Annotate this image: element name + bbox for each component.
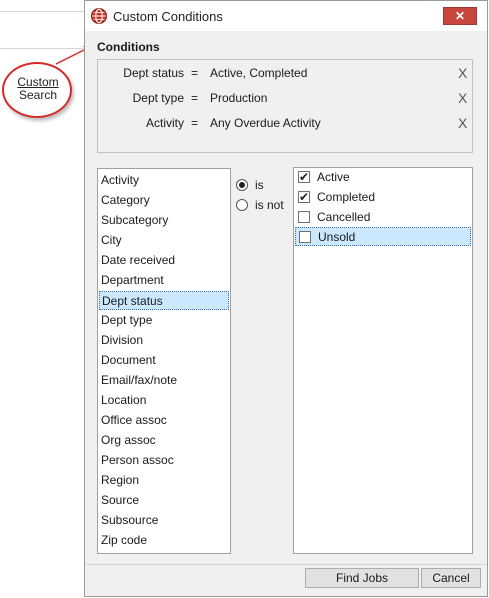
condition-row: Dept status = Active, Completed X [98, 65, 472, 84]
radio-is-label: is [255, 178, 264, 192]
checkbox-unchecked-icon[interactable] [298, 211, 310, 223]
value-item-active[interactable]: ✔ Active [295, 168, 471, 187]
value-item-unsold[interactable]: Unsold [295, 227, 471, 246]
field-item[interactable]: Source [99, 491, 229, 510]
find-jobs-label: Find Jobs [335, 571, 389, 585]
custom-search-callout: Custom Search [2, 62, 74, 120]
remove-condition-icon[interactable]: X [458, 65, 467, 81]
field-item[interactable]: Email/fax/note [99, 371, 229, 390]
remove-condition-icon[interactable]: X [458, 115, 467, 131]
conditions-heading: Conditions [97, 40, 160, 54]
condition-operator: = [191, 116, 199, 130]
field-item[interactable]: Subcategory [99, 211, 229, 230]
condition-operator: = [191, 66, 199, 80]
field-list[interactable]: Activity Category Subcategory City Date … [97, 168, 231, 554]
close-button[interactable]: ✕ [443, 7, 477, 25]
field-item[interactable]: Location [99, 391, 229, 410]
cancel-button[interactable]: Cancel [421, 568, 481, 588]
globe-icon [91, 8, 107, 24]
condition-value: Active, Completed [210, 66, 308, 80]
footer-divider [85, 564, 487, 565]
custom-search-button[interactable]: Custom Search [15, 76, 61, 102]
condition-row: Dept type = Production X [98, 90, 472, 109]
checkbox-unchecked-icon[interactable] [299, 231, 311, 243]
custom-search-label-line2: Search [18, 88, 58, 102]
condition-row: Activity = Any Overdue Activity X [98, 115, 472, 134]
field-item[interactable]: Document [99, 351, 229, 370]
radio-unselected-icon [236, 199, 248, 211]
field-item[interactable]: Region [99, 471, 229, 490]
conditions-summary: Dept status = Active, Completed X Dept t… [97, 59, 473, 153]
custom-search-label-line1: Custom [17, 75, 59, 89]
radio-selected-icon [236, 179, 248, 191]
custom-conditions-dialog: Custom Conditions ✕ Conditions Dept stat… [84, 0, 488, 597]
condition-field: Dept status [123, 66, 184, 80]
field-item[interactable]: Department [99, 271, 229, 290]
field-item[interactable]: Date received [99, 251, 229, 270]
field-item[interactable]: Person assoc [99, 451, 229, 470]
checkbox-checked-icon[interactable]: ✔ [298, 171, 310, 183]
field-item[interactable]: Activity [99, 171, 229, 190]
field-item[interactable]: Office assoc [99, 411, 229, 430]
field-item[interactable]: Dept type [99, 311, 229, 330]
condition-operator: = [191, 91, 199, 105]
condition-field: Dept type [132, 91, 184, 105]
condition-value: Production [210, 91, 268, 105]
radio-is-not-label: is not [255, 198, 284, 212]
value-label: Cancelled [317, 210, 371, 224]
field-item[interactable]: Zip code [99, 531, 229, 550]
dialog-title: Custom Conditions [113, 9, 223, 24]
find-jobs-button[interactable]: Find Jobs [305, 568, 419, 588]
value-item-cancelled[interactable]: Cancelled [295, 208, 471, 227]
field-item-selected[interactable]: Dept status [99, 291, 229, 310]
close-icon: ✕ [454, 9, 466, 23]
field-item[interactable]: Division [99, 331, 229, 350]
value-label: Active [317, 170, 350, 184]
title-bar[interactable]: Custom Conditions ✕ [85, 1, 487, 31]
remove-condition-icon[interactable]: X [458, 90, 467, 106]
field-item[interactable]: Subsource [99, 511, 229, 530]
cancel-label: Cancel [432, 571, 470, 585]
background-divider [0, 48, 84, 49]
background-divider [0, 11, 84, 12]
condition-field: Activity [145, 116, 184, 130]
field-item[interactable]: Category [99, 191, 229, 210]
value-label: Completed [317, 190, 376, 204]
value-item-completed[interactable]: ✔ Completed [295, 188, 471, 207]
field-item[interactable]: City [99, 231, 229, 250]
value-checklist[interactable]: ✔ Active ✔ Completed Cancelled Unsold [293, 167, 473, 554]
checkbox-checked-icon[interactable]: ✔ [298, 191, 310, 203]
value-label: Unsold [318, 230, 356, 244]
field-item[interactable]: Org assoc [99, 431, 229, 450]
condition-value: Any Overdue Activity [210, 116, 321, 130]
